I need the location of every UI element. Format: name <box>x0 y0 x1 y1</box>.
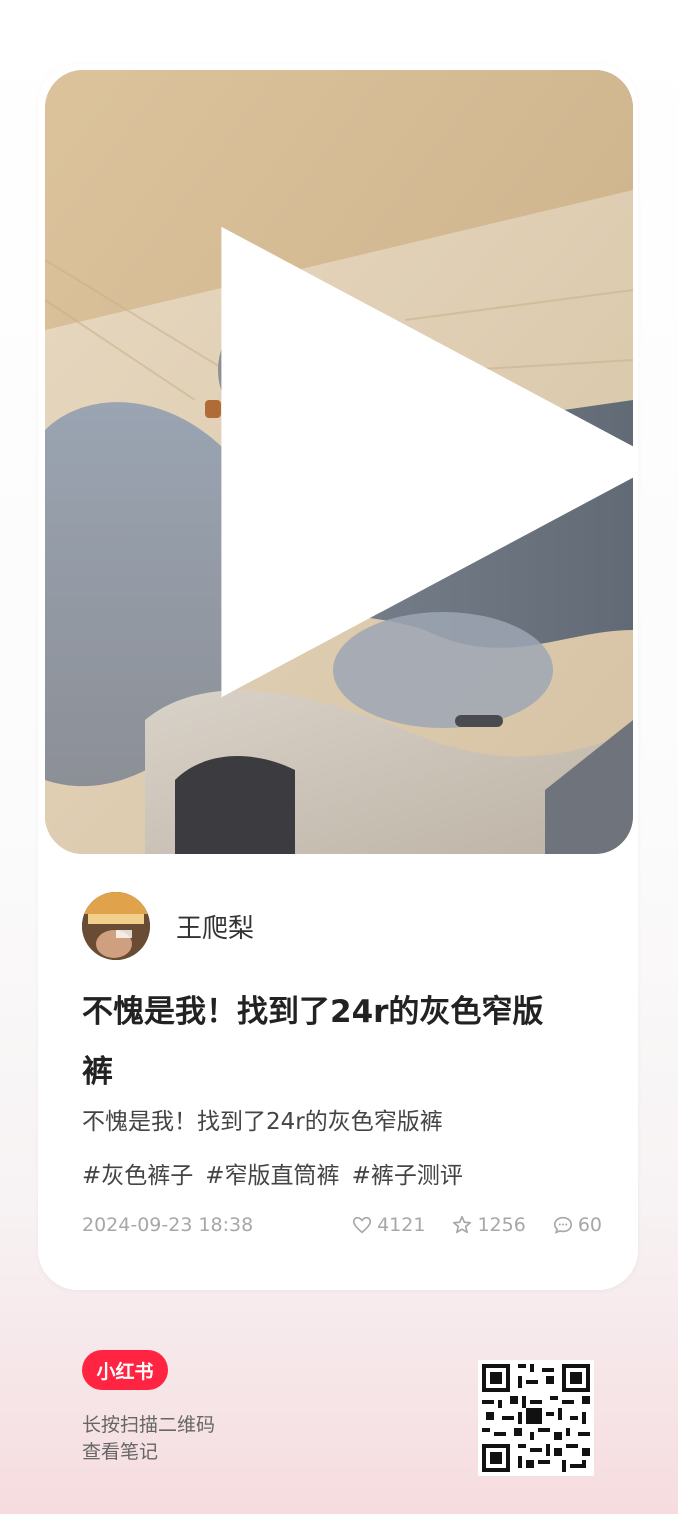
favorite-count: 1256 <box>477 1214 526 1236</box>
favorite-stat[interactable]: 1256 <box>451 1214 526 1236</box>
comment-stat[interactable]: 60 <box>552 1214 602 1236</box>
like-count: 4121 <box>377 1214 426 1236</box>
avatar-image <box>82 892 150 960</box>
qr-hint-line: 查看笔记 <box>82 1441 159 1463</box>
post-date: 2024-09-23 18:38 <box>82 1214 254 1236</box>
heart-icon <box>353 1216 372 1234</box>
tag-item[interactable]: #窄版直筒裤 <box>205 1156 339 1190</box>
video-thumbnail[interactable] <box>45 70 633 854</box>
post-description: 不愧是我！找到了24r的灰色窄版裤 <box>82 1109 443 1135</box>
avatar[interactable] <box>82 892 150 960</box>
tag-item[interactable]: #裤子测评 <box>352 1156 463 1190</box>
post-title: 不愧是我！找到了24r的灰色窄版 裤 <box>82 982 602 1102</box>
qr-hint-line: 长按扫描二维码 <box>82 1414 216 1436</box>
tag-item[interactable]: #灰色裤子 <box>82 1156 193 1190</box>
author-name[interactable]: 王爬梨 <box>176 908 254 945</box>
qr-code[interactable] <box>478 1360 594 1476</box>
post-title-line: 裤 <box>82 1054 113 1090</box>
like-stat[interactable]: 4121 <box>351 1214 425 1236</box>
qr-hint: 长按扫描二维码 查看笔记 <box>82 1412 215 1466</box>
author-row[interactable]: 王爬梨 <box>82 892 254 960</box>
comment-icon <box>553 1216 572 1234</box>
play-icon[interactable] <box>133 70 633 854</box>
post-title-line: 不愧是我！找到了24r的灰色窄版 <box>82 994 544 1030</box>
star-icon <box>453 1215 472 1234</box>
comment-count: 60 <box>577 1214 602 1236</box>
tag-list: #灰色裤子 #窄版直筒裤 #裤子测评 <box>82 1156 463 1190</box>
brand-logo: 小红书 <box>82 1350 168 1390</box>
post-meta: 2024-09-23 18:38 4121 1256 60 <box>82 1214 602 1236</box>
qr-code-image <box>478 1360 594 1476</box>
